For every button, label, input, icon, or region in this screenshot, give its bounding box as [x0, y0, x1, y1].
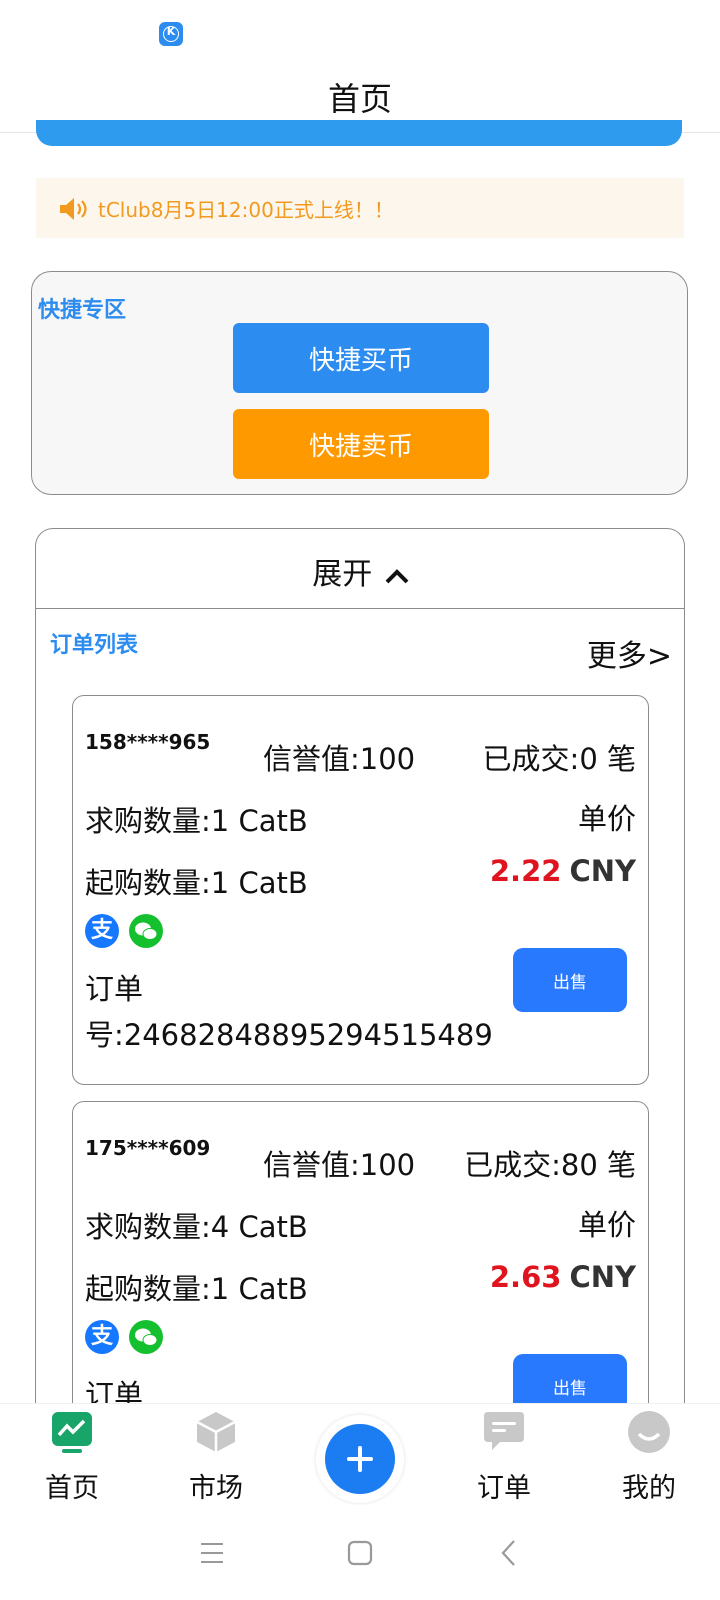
wechat-pay-icon	[129, 1320, 164, 1354]
expand-label: 展开	[312, 557, 373, 592]
chat-bubble-icon	[484, 1412, 524, 1450]
alipay-icon: 支	[85, 914, 119, 948]
notice-text: tClub8月5日12:00正式上线！！	[98, 198, 394, 222]
quick-buy-button[interactable]: 快捷买币	[233, 323, 489, 393]
tab-orders-label: 订单	[477, 1473, 531, 1504]
expand-toggle[interactable]: 展开	[36, 529, 684, 609]
chart-home-icon	[52, 1412, 92, 1453]
user-phone: 175****609	[85, 1136, 211, 1160]
unit-price-label: 单价	[577, 802, 636, 836]
smiley-user-icon	[628, 1411, 670, 1453]
order-number-label: 订单	[85, 972, 144, 1006]
tab-market-label: 市场	[189, 1473, 243, 1504]
cube-icon	[196, 1412, 236, 1452]
sell-button[interactable]: 出售	[513, 948, 627, 1012]
publish-plus-button[interactable]	[325, 1424, 395, 1494]
unit-price-label: 单价	[577, 1208, 636, 1242]
publish-button-ring	[316, 1415, 404, 1503]
credit-score: 信誉值:100	[263, 1148, 416, 1182]
back-chevron-icon[interactable]	[488, 1531, 532, 1575]
payment-methods: 支	[85, 1320, 168, 1354]
speaker-icon	[60, 198, 87, 220]
deal-count: 已成交:0 笔	[482, 742, 636, 776]
user-phone: 158****965	[85, 730, 211, 754]
tab-orders[interactable]: 订单	[454, 1410, 554, 1504]
price-currency: CNY	[569, 1260, 636, 1294]
more-link[interactable]: 更多>	[587, 631, 672, 675]
notice-bar[interactable]: tClub8月5日12:00正式上线！！	[36, 178, 684, 238]
status-bar: K	[0, 0, 720, 60]
app-notification-icon: K	[159, 22, 183, 46]
deal-count: 已成交:80 笔	[464, 1148, 636, 1182]
tab-market[interactable]: 市场	[166, 1410, 266, 1504]
wechat-pay-icon	[129, 914, 164, 948]
price-value: 2.22	[489, 854, 562, 888]
alipay-icon: 支	[85, 1320, 119, 1354]
min-quantity: 起购数量:1 CatB	[85, 1272, 308, 1306]
quick-sell-button[interactable]: 快捷卖币	[233, 409, 489, 479]
buy-quantity: 求购数量:4 CatB	[85, 1210, 308, 1244]
banner-carousel[interactable]	[36, 120, 682, 146]
unit-price: 2.22 CNY	[490, 854, 636, 888]
system-navigation-bar	[0, 1505, 720, 1600]
order-panel: 展开 订单列表 更多> 158****965 信誉值:100 已成交:0 笔 求…	[35, 528, 685, 1428]
price-value: 2.63	[489, 1260, 562, 1294]
tab-mine-label: 我的	[622, 1473, 676, 1504]
payment-methods: 支	[85, 914, 168, 948]
chevron-up-icon	[385, 568, 409, 583]
order-number: 号:2468284889529451548​9	[85, 1018, 493, 1052]
menu-icon[interactable]	[190, 1531, 234, 1575]
home-square-icon[interactable]	[338, 1531, 382, 1575]
tab-home[interactable]: 首页	[22, 1410, 122, 1504]
quick-zone: 快捷专区 快捷买币 快捷卖币	[31, 271, 688, 495]
page-title: 首页	[327, 80, 392, 118]
buy-quantity: 求购数量:1 CatB	[85, 804, 308, 838]
credit-score: 信誉值:100	[263, 742, 416, 776]
order-card: 158****965 信誉值:100 已成交:0 笔 求购数量:1 CatB 单…	[72, 695, 649, 1085]
order-list-title: 订单列表	[50, 633, 139, 658]
tab-home-label: 首页	[45, 1473, 99, 1504]
min-quantity: 起购数量:1 CatB	[85, 866, 308, 900]
price-currency: CNY	[569, 854, 636, 888]
order-card: 175****609 信誉值:100 已成交:80 笔 求购数量:4 CatB …	[72, 1101, 649, 1428]
tab-mine[interactable]: 我的	[599, 1410, 699, 1504]
quick-zone-title: 快捷专区	[38, 298, 127, 323]
unit-price: 2.63 CNY	[490, 1260, 636, 1294]
